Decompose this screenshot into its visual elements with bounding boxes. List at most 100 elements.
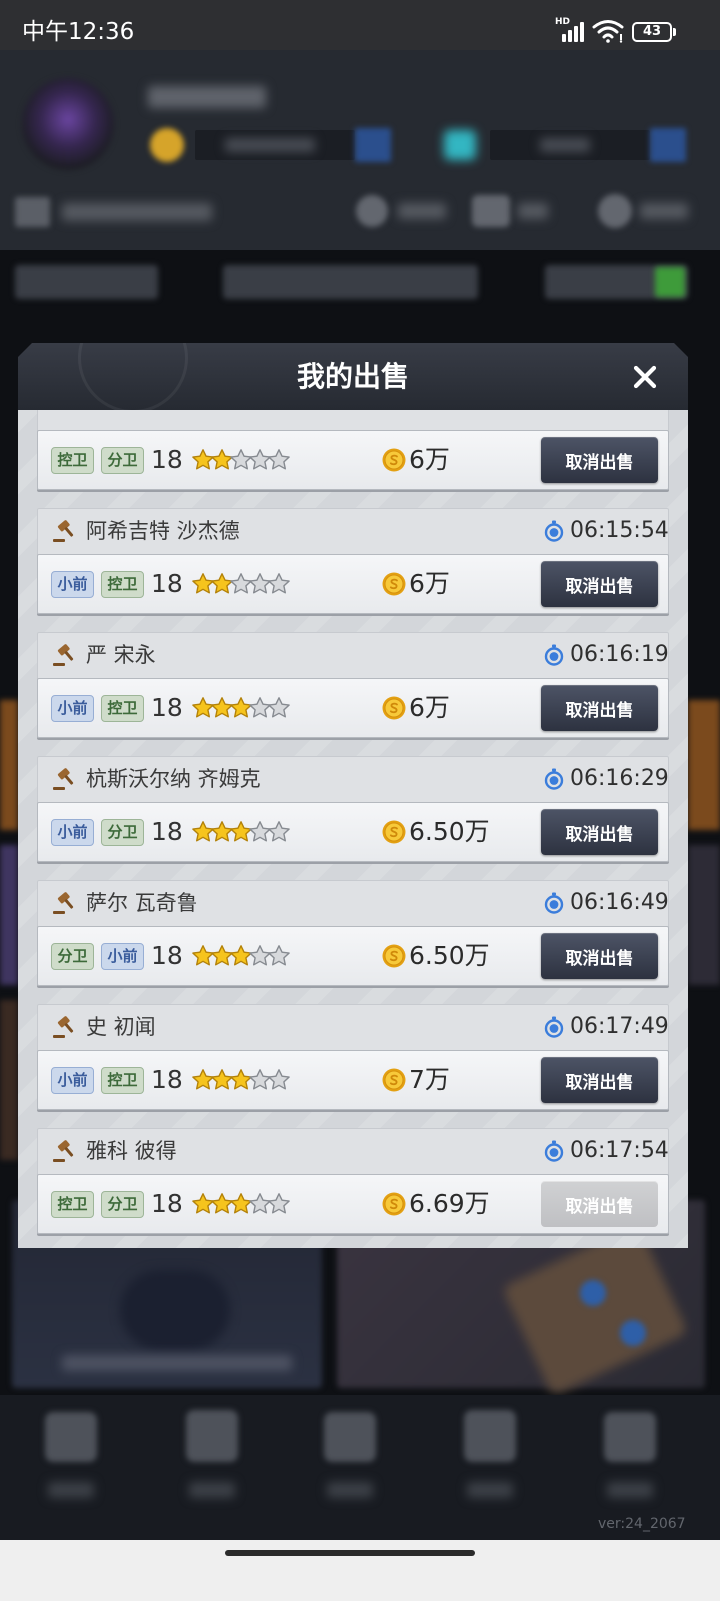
background-friends-icon [356, 195, 388, 227]
background-side-card [688, 845, 720, 985]
position-tag: 分卫 [101, 819, 144, 846]
version-label: ver:24_2067 [598, 1516, 686, 1532]
player-name: 萨尔 瓦奇鲁 [86, 891, 198, 915]
battery-icon: 43 [632, 22, 672, 42]
cancel-sale-button[interactable]: 取消出售 [541, 437, 658, 483]
coin-icon [382, 572, 406, 596]
listing-card: 小前 控卫 18 6万 取消出售 [37, 554, 669, 614]
background-side-card [0, 845, 18, 985]
gavel-icon [53, 644, 74, 666]
stopwatch-icon [544, 768, 564, 790]
background-court-marker [620, 1320, 646, 1346]
star-rating [191, 944, 291, 968]
listing-header [37, 410, 669, 430]
background-player-name [148, 86, 266, 108]
position-tag: 分卫 [51, 943, 94, 970]
background-nav-icon [464, 1410, 516, 1462]
battery-nub [673, 28, 676, 36]
listing-card: 小前 控卫 18 6万 取消出售 [37, 678, 669, 738]
listing-scroll-area[interactable]: 控卫 分卫 18 6万 取消出售 阿希吉特 沙杰德 06:15:54 小前 控卫… [18, 410, 688, 1248]
background-avatar [22, 78, 114, 170]
cancel-sale-button[interactable]: 取消出售 [541, 809, 658, 855]
cancel-sale-button[interactable]: 取消出售 [541, 685, 658, 731]
listing-item: 杭斯沃尔纳 齐姆克 06:16:29 小前 分卫 18 6.50万 取消出售 [37, 756, 669, 862]
cancel-sale-button[interactable]: 取消出售 [541, 561, 658, 607]
star-rating [191, 448, 291, 472]
background-nav-label [327, 1482, 373, 1498]
star-rating [191, 820, 291, 844]
sale-price: 6.69万 [409, 1189, 490, 1218]
background-coin-amount [225, 138, 315, 152]
stopwatch-icon [544, 644, 564, 666]
star-empty-icon [268, 821, 290, 842]
background-nav-icon [324, 1412, 376, 1462]
listing-header: 严 宋永 06:16:19 [37, 632, 669, 678]
screen: 中午12:36 HD 43 ver:24_2067 我的出售 控卫 分卫 18 … [0, 0, 720, 1601]
sale-price: 6万 [409, 569, 450, 598]
player-name: 阿希吉特 沙杰德 [86, 519, 240, 543]
player-name: 严 宋永 [86, 643, 156, 667]
background-side-card [0, 1000, 18, 1160]
background-chat-icon [472, 195, 510, 227]
background-nav-label [467, 1482, 513, 1498]
listing-header: 阿希吉特 沙杰德 06:15:54 [37, 508, 669, 554]
listing-header: 杭斯沃尔纳 齐姆克 06:16:29 [37, 756, 669, 802]
listing-item: 雅科 彼得 06:17:54 控卫 分卫 18 6.69万 取消出售 [37, 1128, 669, 1234]
player-level: 18 [151, 941, 183, 970]
player-level: 18 [151, 569, 183, 598]
listing-item: 控卫 分卫 18 6万 取消出售 [37, 410, 669, 490]
background-nav-icon [604, 1412, 656, 1462]
remaining-time: 06:16:49 [570, 890, 669, 915]
position-tag: 小前 [51, 695, 94, 722]
position-tag: 分卫 [101, 1191, 144, 1218]
sale-price: 6.50万 [409, 941, 490, 970]
background-add-gem-icon [650, 128, 686, 162]
coin-icon [382, 448, 406, 472]
remaining-time: 06:17:54 [570, 1138, 669, 1163]
modal-title: 我的出售 [296, 360, 409, 393]
gavel-icon [53, 892, 74, 914]
player-name: 雅科 彼得 [86, 1139, 177, 1163]
background-add-coin-icon [355, 128, 391, 162]
stopwatch-icon [544, 892, 564, 914]
background-coin-icon [150, 128, 184, 162]
listing-header: 萨尔 瓦奇鲁 06:16:49 [37, 880, 669, 926]
remaining-time: 06:16:19 [570, 642, 669, 667]
listing-card: 分卫 小前 18 6.50万 取消出售 [37, 926, 669, 986]
background-panel-caption [62, 1355, 292, 1371]
coin-icon [382, 944, 406, 968]
background-menu-icon [15, 197, 50, 227]
cancel-sale-button[interactable]: 取消出售 [541, 933, 658, 979]
position-tag: 控卫 [51, 1191, 94, 1218]
background-nav-label [48, 1482, 94, 1498]
star-empty-icon [268, 1193, 290, 1214]
stopwatch-icon [544, 520, 564, 542]
sale-price: 7万 [409, 1065, 450, 1094]
home-indicator[interactable] [225, 1550, 475, 1556]
gavel-icon [53, 768, 74, 790]
star-rating [191, 572, 291, 596]
cancel-sale-button[interactable]: 取消出售 [541, 1057, 658, 1103]
background-nav-icon [186, 1410, 238, 1462]
gavel-icon [53, 1140, 74, 1162]
coin-icon [382, 1068, 406, 1092]
position-tag: 控卫 [51, 447, 94, 474]
sale-price: 6万 [409, 445, 450, 474]
coin-icon [382, 1192, 406, 1216]
stopwatch-icon [544, 1016, 564, 1038]
listing-item: 阿希吉特 沙杰德 06:15:54 小前 控卫 18 6万 取消出售 [37, 508, 669, 614]
listing-header: 史 初闻 06:17:49 [37, 1004, 669, 1050]
background-figure [120, 1270, 230, 1350]
signal-icon [562, 22, 584, 42]
player-name: 杭斯沃尔纳 齐姆克 [86, 767, 261, 791]
star-empty-icon [268, 449, 290, 470]
player-level: 18 [151, 1189, 183, 1218]
star-rating [191, 696, 291, 720]
star-empty-icon [268, 697, 290, 718]
remaining-time: 06:16:29 [570, 766, 669, 791]
background-nav-icon [45, 1412, 97, 1462]
close-icon[interactable] [632, 364, 658, 390]
status-bar: 中午12:36 HD 43 [0, 0, 720, 50]
background-friends-text [398, 203, 446, 219]
battery-level: 43 [642, 24, 662, 39]
